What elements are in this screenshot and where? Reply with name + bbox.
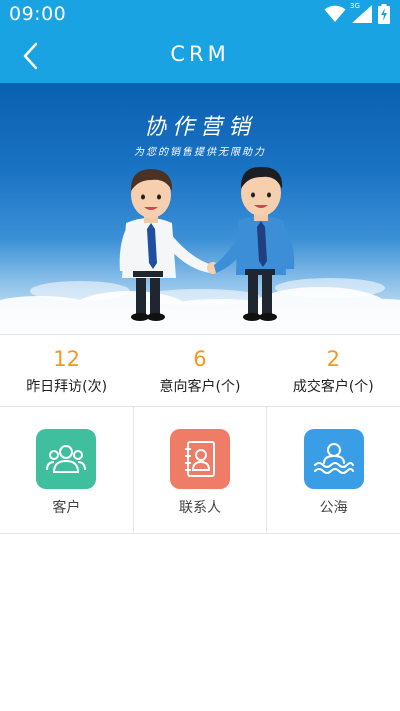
stat-closed-customers[interactable]: 2 成交客户(个) xyxy=(267,335,400,406)
status-time: 09:00 xyxy=(9,3,67,25)
public-sea-icon xyxy=(313,443,354,474)
menu-grid: 客户 联系人 公海 xyxy=(0,407,400,534)
page-title: CRM xyxy=(170,42,230,66)
stat-intent-customers[interactable]: 6 意向客户(个) xyxy=(133,335,266,406)
menu-label: 联系人 xyxy=(179,500,221,516)
menu-item-customers[interactable]: 客户 xyxy=(0,407,134,533)
menu-item-public-sea[interactable]: 公海 xyxy=(267,407,400,533)
contact-book-icon xyxy=(185,441,215,477)
menu-label: 公海 xyxy=(319,500,348,516)
customers-tile xyxy=(36,429,97,489)
stat-label: 昨日拜访(次) xyxy=(26,379,108,395)
stat-value: 6 xyxy=(193,347,207,371)
stat-value: 2 xyxy=(326,347,340,371)
contacts-tile xyxy=(170,429,230,489)
banner-subtitle: 为您的销售提供无限助力 xyxy=(134,147,266,158)
nav-bar: CRM xyxy=(0,28,400,83)
wifi-icon xyxy=(324,5,346,22)
banner-title: 协作营销 xyxy=(143,115,256,140)
menu-label: 客户 xyxy=(52,500,81,516)
stat-value: 12 xyxy=(53,347,81,371)
stats-bar: 12 昨日拜访(次) 6 意向客户(个) 2 成交客户(个) xyxy=(0,334,400,407)
stat-label: 意向客户(个) xyxy=(159,379,241,395)
status-icons: 3G xyxy=(324,2,390,24)
battery-charging-icon xyxy=(378,4,390,24)
stat-visits[interactable]: 12 昨日拜访(次) xyxy=(0,335,133,406)
stat-label: 成交客户(个) xyxy=(292,379,374,395)
menu-item-contacts[interactable]: 联系人 xyxy=(134,407,268,533)
customers-icon xyxy=(46,445,87,473)
signal-icon xyxy=(352,5,372,23)
banner: 协作营销 为您的销售提供无限助力 xyxy=(0,83,400,334)
status-bar: 09:00 3G xyxy=(0,0,400,28)
public-sea-tile xyxy=(303,429,364,489)
